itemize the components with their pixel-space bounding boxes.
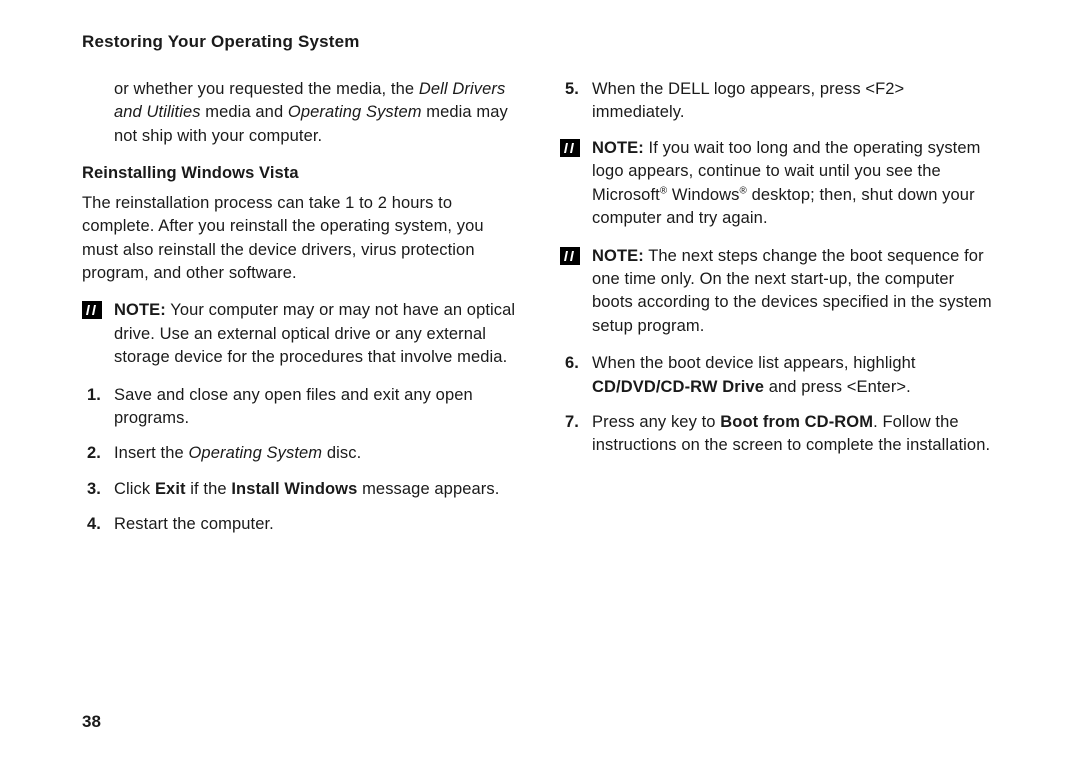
step-1: 1. Save and close any open files and exi… <box>82 384 520 431</box>
step-number: 6. <box>565 352 579 375</box>
step-text: disc. <box>322 444 361 462</box>
step-number: 4. <box>87 513 101 536</box>
step-text: When the boot device list appears, highl… <box>592 354 916 372</box>
sub-heading: Reinstalling Windows Vista <box>82 162 520 185</box>
note-block: NOTE: If you wait too long and the opera… <box>560 137 998 231</box>
note-text: Windows <box>667 186 739 204</box>
step-number: 2. <box>87 442 101 465</box>
note-block: NOTE: The next steps change the boot seq… <box>560 245 998 339</box>
step-text: if the <box>186 480 232 498</box>
note-label: NOTE: <box>592 139 644 157</box>
step-text: Click <box>114 480 155 498</box>
step-number: 5. <box>565 78 579 101</box>
left-column: or whether you requested the media, the … <box>82 78 520 549</box>
note-block: NOTE: Your computer may or may not have … <box>82 299 520 369</box>
step-3: 3. Click Exit if the Install Windows mes… <box>82 478 520 501</box>
step-text: Restart the computer. <box>114 515 274 533</box>
note-icon <box>560 139 580 157</box>
right-column: 5. When the DELL logo appears, press <F2… <box>560 78 998 549</box>
step-text: Save and close any open files and exit a… <box>114 386 473 427</box>
step-5: 5. When the DELL logo appears, press <F2… <box>560 78 998 125</box>
step-2: 2. Insert the Operating System disc. <box>82 442 520 465</box>
step-number: 1. <box>87 384 101 407</box>
note-text: The next steps change the boot sequence … <box>592 247 992 335</box>
step-text: When the DELL logo appears, press <F2> i… <box>592 80 904 121</box>
registered-symbol: ® <box>740 185 747 196</box>
note-text: Your computer may or may not have an opt… <box>114 301 515 366</box>
step-4: 4. Restart the computer. <box>82 513 520 536</box>
note-icon <box>82 301 102 319</box>
italic-text: Operating System <box>188 444 322 462</box>
note-icon <box>560 247 580 265</box>
step-7: 7. Press any key to Boot from CD-ROM. Fo… <box>560 411 998 458</box>
text: or whether you requested the media, the <box>114 80 419 98</box>
page-header: Restoring Your Operating System <box>82 32 998 52</box>
step-number: 3. <box>87 478 101 501</box>
step-text: Insert the <box>114 444 188 462</box>
continued-paragraph: or whether you requested the media, the … <box>82 78 520 148</box>
step-text: and press <Enter>. <box>764 378 911 396</box>
intro-paragraph: The reinstallation process can take 1 to… <box>82 192 520 286</box>
text: media and <box>201 103 288 121</box>
note-label: NOTE: <box>114 301 166 319</box>
step-text: Press any key to <box>592 413 720 431</box>
bold-text: CD/DVD/CD-RW Drive <box>592 378 764 396</box>
bold-text: Boot from CD-ROM <box>720 413 873 431</box>
step-6: 6. When the boot device list appears, hi… <box>560 352 998 399</box>
page-number: 38 <box>82 712 101 732</box>
step-text: message appears. <box>357 480 499 498</box>
bold-text: Install Windows <box>231 480 357 498</box>
bold-text: Exit <box>155 480 186 498</box>
note-label: NOTE: <box>592 247 644 265</box>
italic-text: Operating System <box>288 103 422 121</box>
columns-container: or whether you requested the media, the … <box>82 78 998 549</box>
step-number: 7. <box>565 411 579 434</box>
